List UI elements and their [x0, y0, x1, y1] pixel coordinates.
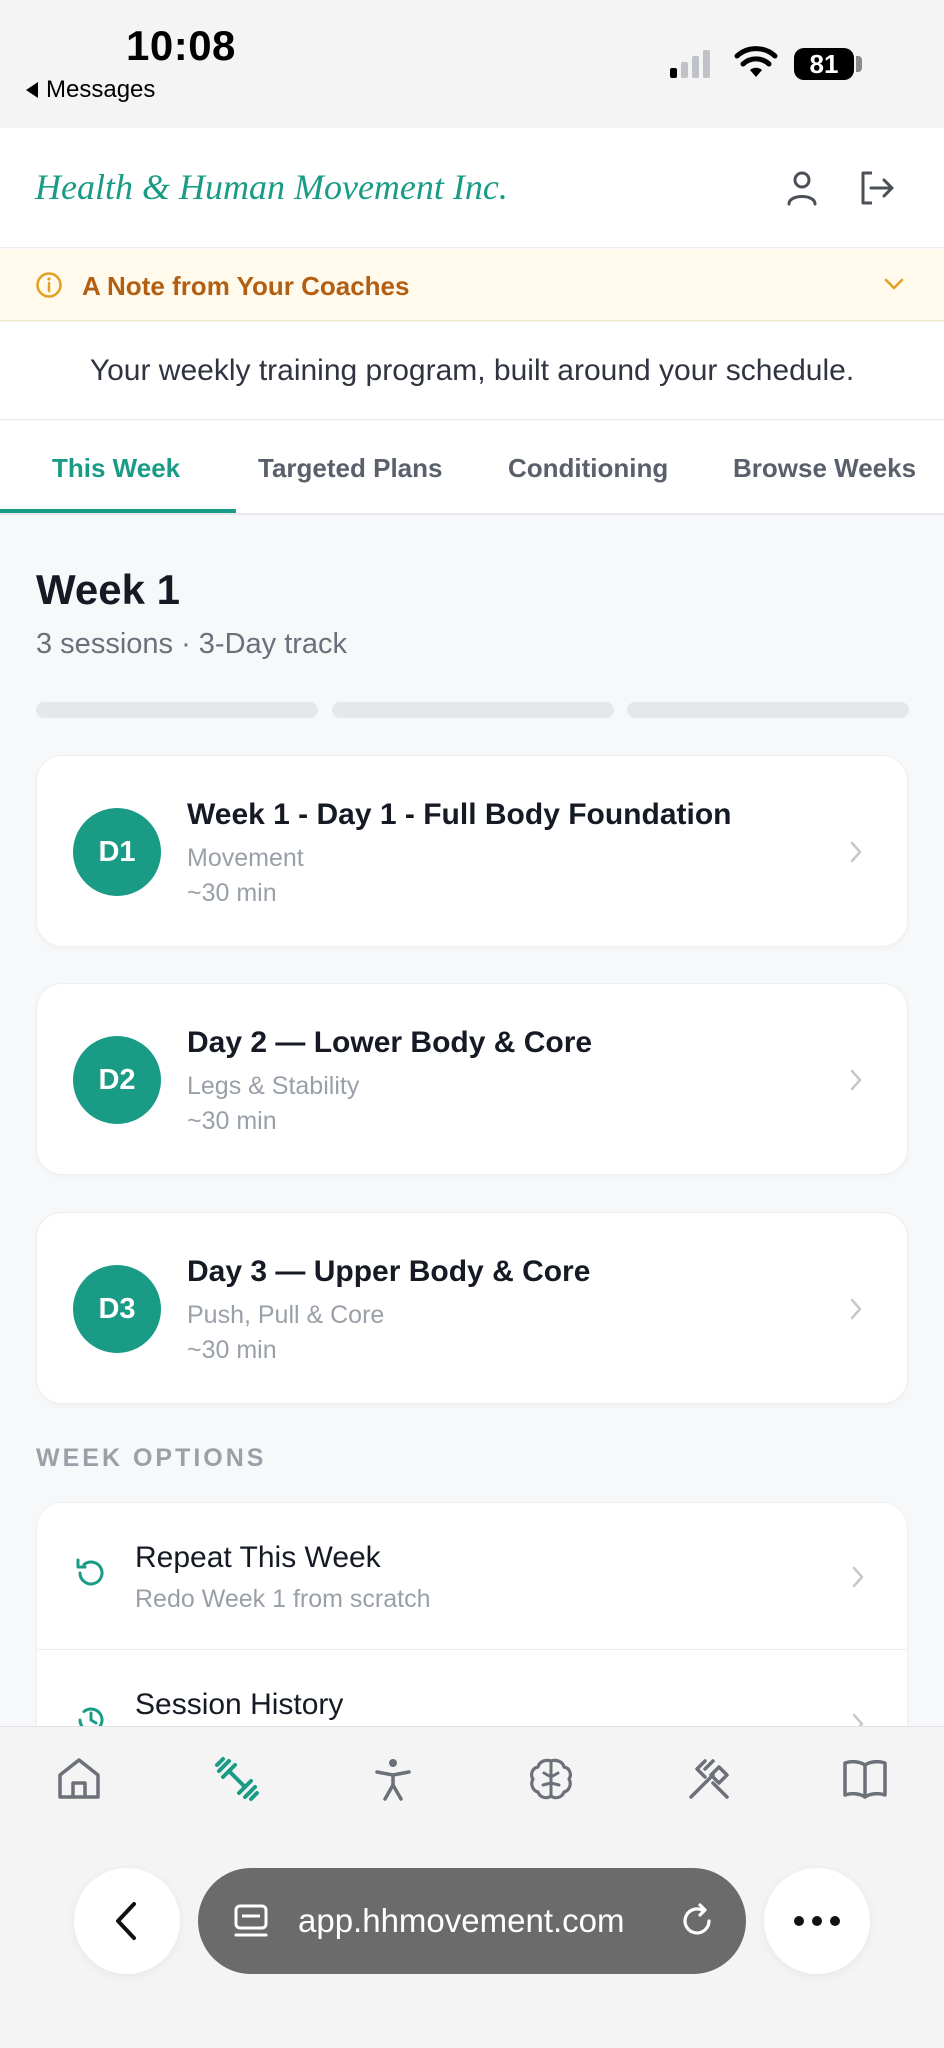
status-bar: 10:08 Messages 81 — [0, 0, 944, 128]
session-duration: ~30 min — [187, 1107, 277, 1135]
day-badge: D1 — [73, 808, 161, 896]
day-badge: D3 — [73, 1265, 161, 1353]
session-title: Day 3 — Upper Body & Core — [187, 1255, 591, 1288]
chevron-down-icon — [884, 278, 904, 290]
dumbbell-icon[interactable] — [211, 1753, 263, 1805]
chevron-right-icon — [850, 841, 862, 863]
battery-level: 81 — [809, 48, 839, 79]
brain-icon[interactable] — [525, 1753, 577, 1805]
person-icon[interactable] — [367, 1753, 419, 1805]
user-icon[interactable] — [782, 168, 822, 208]
tab-bar: This Week Targeted Plans Conditioning Br… — [0, 421, 944, 515]
repeat-week-option[interactable]: Repeat This Week Redo Week 1 from scratc… — [37, 1503, 907, 1650]
browser-url-bar[interactable]: app.hhmovement.com — [198, 1868, 746, 1974]
tagline: Your weekly training program, built arou… — [0, 322, 944, 420]
session-card-day-2[interactable]: D2 Day 2 — Lower Body & Core Legs & Stab… — [36, 983, 908, 1175]
status-time: 10:08 — [126, 22, 236, 69]
back-icon — [116, 1902, 136, 1940]
app-header: Health & Human Movement Inc. — [0, 128, 944, 248]
option-title: Repeat This Week — [135, 1541, 381, 1574]
option-title: Session History — [135, 1688, 344, 1721]
day-badge: D2 — [73, 1036, 161, 1124]
chevron-right-icon — [850, 1069, 862, 1091]
session-subtitle: Movement — [187, 844, 304, 872]
back-triangle-icon — [26, 82, 38, 98]
repeat-icon — [76, 1558, 104, 1586]
book-icon[interactable] — [839, 1753, 891, 1805]
progress-segment-3 — [627, 702, 909, 718]
tab-targeted-plans[interactable]: Targeted Plans — [258, 453, 442, 484]
browser-back-button[interactable] — [74, 1868, 180, 1974]
more-icon — [794, 1916, 840, 1926]
chevron-right-icon — [852, 1566, 864, 1588]
tab-icon[interactable] — [232, 1902, 270, 1940]
progress-segment-2 — [332, 702, 614, 718]
browser-more-button[interactable] — [764, 1868, 870, 1974]
week-options-label: WEEK OPTIONS — [36, 1444, 267, 1472]
session-subtitle: Legs & Stability — [187, 1072, 360, 1100]
week-subtitle: 3 sessions · 3-Day track — [36, 628, 348, 660]
active-tab-indicator — [0, 509, 236, 513]
reload-icon[interactable] — [678, 1902, 716, 1940]
session-card-day-3[interactable]: D3 Day 3 — Upper Body & Core Push, Pull … — [36, 1212, 908, 1404]
brand-logo-text[interactable]: Health & Human Movement Inc. — [35, 166, 508, 208]
home-icon[interactable] — [53, 1753, 105, 1805]
battery-icon: 81 — [794, 48, 854, 80]
session-duration: ~30 min — [187, 879, 277, 907]
info-icon — [36, 272, 62, 298]
coach-note-banner[interactable]: A Note from Your Coaches — [0, 249, 944, 321]
progress-segment-1 — [36, 702, 318, 718]
back-to-app[interactable]: Messages — [26, 76, 155, 104]
session-card-day-1[interactable]: D1 Week 1 - Day 1 - Full Body Foundation… — [36, 755, 908, 947]
option-subtitle: Redo Week 1 from scratch — [135, 1585, 431, 1613]
tab-browse-weeks[interactable]: Browse Weeks — [733, 453, 916, 484]
coach-note-label: A Note from Your Coaches — [82, 271, 410, 301]
session-title: Day 2 — Lower Body & Core — [187, 1026, 593, 1059]
wifi-icon — [734, 46, 778, 77]
signal-icon — [670, 48, 710, 78]
tab-conditioning[interactable]: Conditioning — [508, 453, 668, 484]
week-options-list: Repeat This Week Redo Week 1 from scratc… — [36, 1502, 908, 1762]
url-text: app.hhmovement.com — [298, 1902, 625, 1939]
week-title: Week 1 — [36, 566, 180, 613]
tab-this-week[interactable]: This Week — [52, 453, 180, 484]
fork-knife-icon[interactable] — [683, 1753, 735, 1805]
session-title: Week 1 - Day 1 - Full Body Foundation — [187, 798, 732, 831]
battery-tip — [856, 56, 862, 72]
chevron-right-icon — [850, 1298, 862, 1320]
back-app-label: Messages — [46, 76, 156, 103]
session-duration: ~30 min — [187, 1336, 277, 1364]
logout-icon[interactable] — [856, 168, 896, 208]
session-subtitle: Push, Pull & Core — [187, 1301, 385, 1329]
